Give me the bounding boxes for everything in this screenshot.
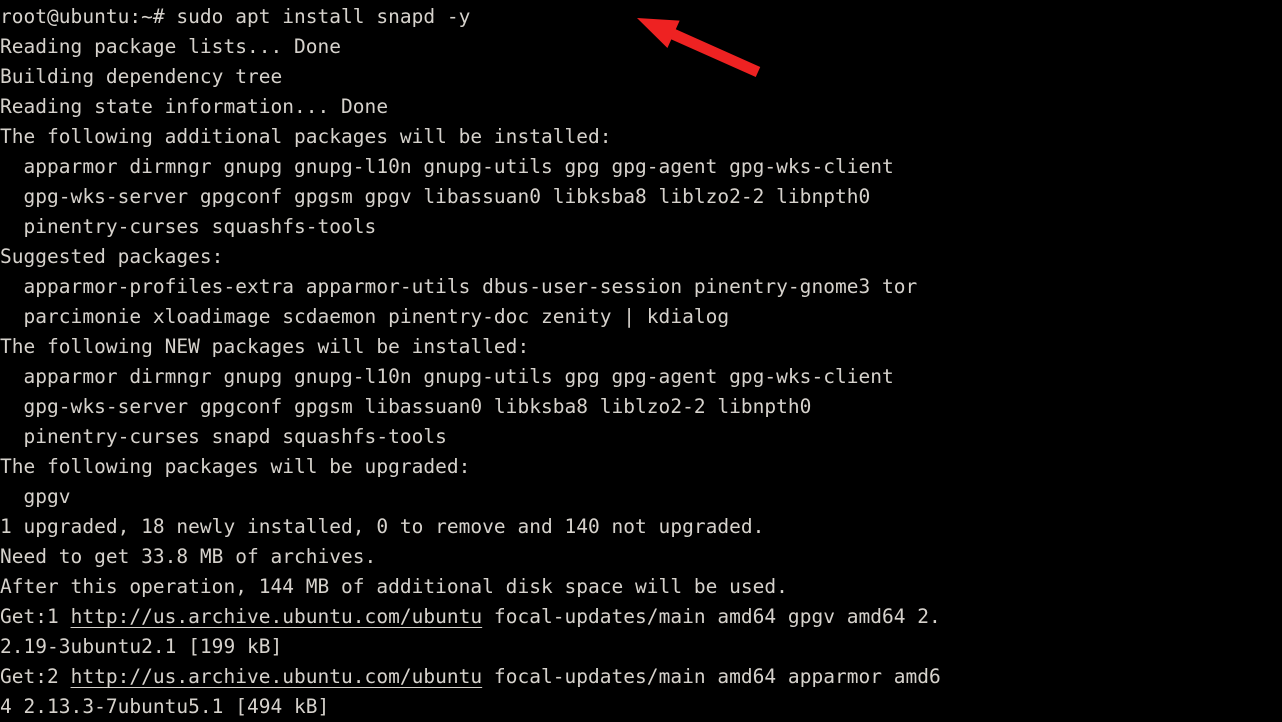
text-run: The following NEW packages will be insta… bbox=[0, 335, 530, 358]
output-line: Reading package lists... Done bbox=[0, 32, 1282, 62]
download-line: Get:2 http://us.archive.ubuntu.com/ubunt… bbox=[0, 662, 1282, 692]
output-line: parcimonie xloadimage scdaemon pinentry-… bbox=[0, 302, 1282, 332]
output-line: pinentry-curses squashfs-tools bbox=[0, 212, 1282, 242]
text-run: gpgv bbox=[0, 485, 71, 508]
text-run: Get:2 bbox=[0, 665, 71, 688]
text-run: Get:1 bbox=[0, 605, 71, 628]
output-line: Need to get 33.8 MB of archives. bbox=[0, 542, 1282, 572]
output-line: The following NEW packages will be insta… bbox=[0, 332, 1282, 362]
text-run: root@ubuntu:~# sudo apt install snapd -y bbox=[0, 5, 471, 28]
download-line: 2.19-3ubuntu2.1 [199 kB] bbox=[0, 632, 1282, 662]
repository-url[interactable]: http://us.archive.ubuntu.com/ubuntu bbox=[71, 605, 483, 628]
output-line: The following additional packages will b… bbox=[0, 122, 1282, 152]
text-run: pinentry-curses squashfs-tools bbox=[0, 215, 377, 238]
text-run: gpg-wks-server gpgconf gpgsm gpgv libass… bbox=[0, 185, 871, 208]
output-line: apparmor dirmngr gnupg gnupg-l10n gnupg-… bbox=[0, 152, 1282, 182]
text-run: apparmor-profiles-extra apparmor-utils d… bbox=[0, 275, 918, 298]
output-line: After this operation, 144 MB of addition… bbox=[0, 572, 1282, 602]
text-run: apparmor dirmngr gnupg gnupg-l10n gnupg-… bbox=[0, 365, 894, 388]
text-run: gpg-wks-server gpgconf gpgsm libassuan0 … bbox=[0, 395, 812, 418]
text-run: focal-updates/main amd64 apparmor amd6 bbox=[482, 665, 941, 688]
text-run: The following packages will be upgraded: bbox=[0, 455, 471, 478]
output-line: 1 upgraded, 18 newly installed, 0 to rem… bbox=[0, 512, 1282, 542]
text-run: apparmor dirmngr gnupg gnupg-l10n gnupg-… bbox=[0, 155, 894, 178]
download-line: Get:1 http://us.archive.ubuntu.com/ubunt… bbox=[0, 602, 1282, 632]
text-run: pinentry-curses snapd squashfs-tools bbox=[0, 425, 447, 448]
output-line: The following packages will be upgraded: bbox=[0, 452, 1282, 482]
text-run: 2.19-3ubuntu2.1 [199 kB] bbox=[0, 635, 283, 658]
output-line: Reading state information... Done bbox=[0, 92, 1282, 122]
text-run: 1 upgraded, 18 newly installed, 0 to rem… bbox=[0, 515, 765, 538]
text-run: Reading package lists... Done bbox=[0, 35, 342, 58]
output-line: gpg-wks-server gpgconf gpgsm gpgv libass… bbox=[0, 182, 1282, 212]
output-line: pinentry-curses snapd squashfs-tools bbox=[0, 422, 1282, 452]
terminal-output: root@ubuntu:~# sudo apt install snapd -y… bbox=[0, 0, 1282, 722]
text-run: focal-updates/main amd64 gpgv amd64 2. bbox=[482, 605, 941, 628]
terminal-window[interactable]: root@ubuntu:~# sudo apt install snapd -y… bbox=[0, 0, 1282, 722]
output-line: apparmor-profiles-extra apparmor-utils d… bbox=[0, 272, 1282, 302]
repository-url[interactable]: http://us.archive.ubuntu.com/ubuntu bbox=[71, 665, 483, 688]
output-line: gpgv bbox=[0, 482, 1282, 512]
command-line: root@ubuntu:~# sudo apt install snapd -y bbox=[0, 2, 1282, 32]
download-line: 4 2.13.3-7ubuntu5.1 [494 kB] bbox=[0, 692, 1282, 722]
text-run: Reading state information... Done bbox=[0, 95, 389, 118]
output-line: gpg-wks-server gpgconf gpgsm libassuan0 … bbox=[0, 392, 1282, 422]
text-run: Need to get 33.8 MB of archives. bbox=[0, 545, 377, 568]
text-run: After this operation, 144 MB of addition… bbox=[0, 575, 788, 598]
text-run: The following additional packages will b… bbox=[0, 125, 612, 148]
text-run: Suggested packages: bbox=[0, 245, 224, 268]
output-line: Suggested packages: bbox=[0, 242, 1282, 272]
text-run: Building dependency tree bbox=[0, 65, 283, 88]
text-run: parcimonie xloadimage scdaemon pinentry-… bbox=[0, 305, 730, 328]
output-line: apparmor dirmngr gnupg gnupg-l10n gnupg-… bbox=[0, 362, 1282, 392]
text-run: 4 2.13.3-7ubuntu5.1 [494 kB] bbox=[0, 695, 330, 718]
output-line: Building dependency tree bbox=[0, 62, 1282, 92]
